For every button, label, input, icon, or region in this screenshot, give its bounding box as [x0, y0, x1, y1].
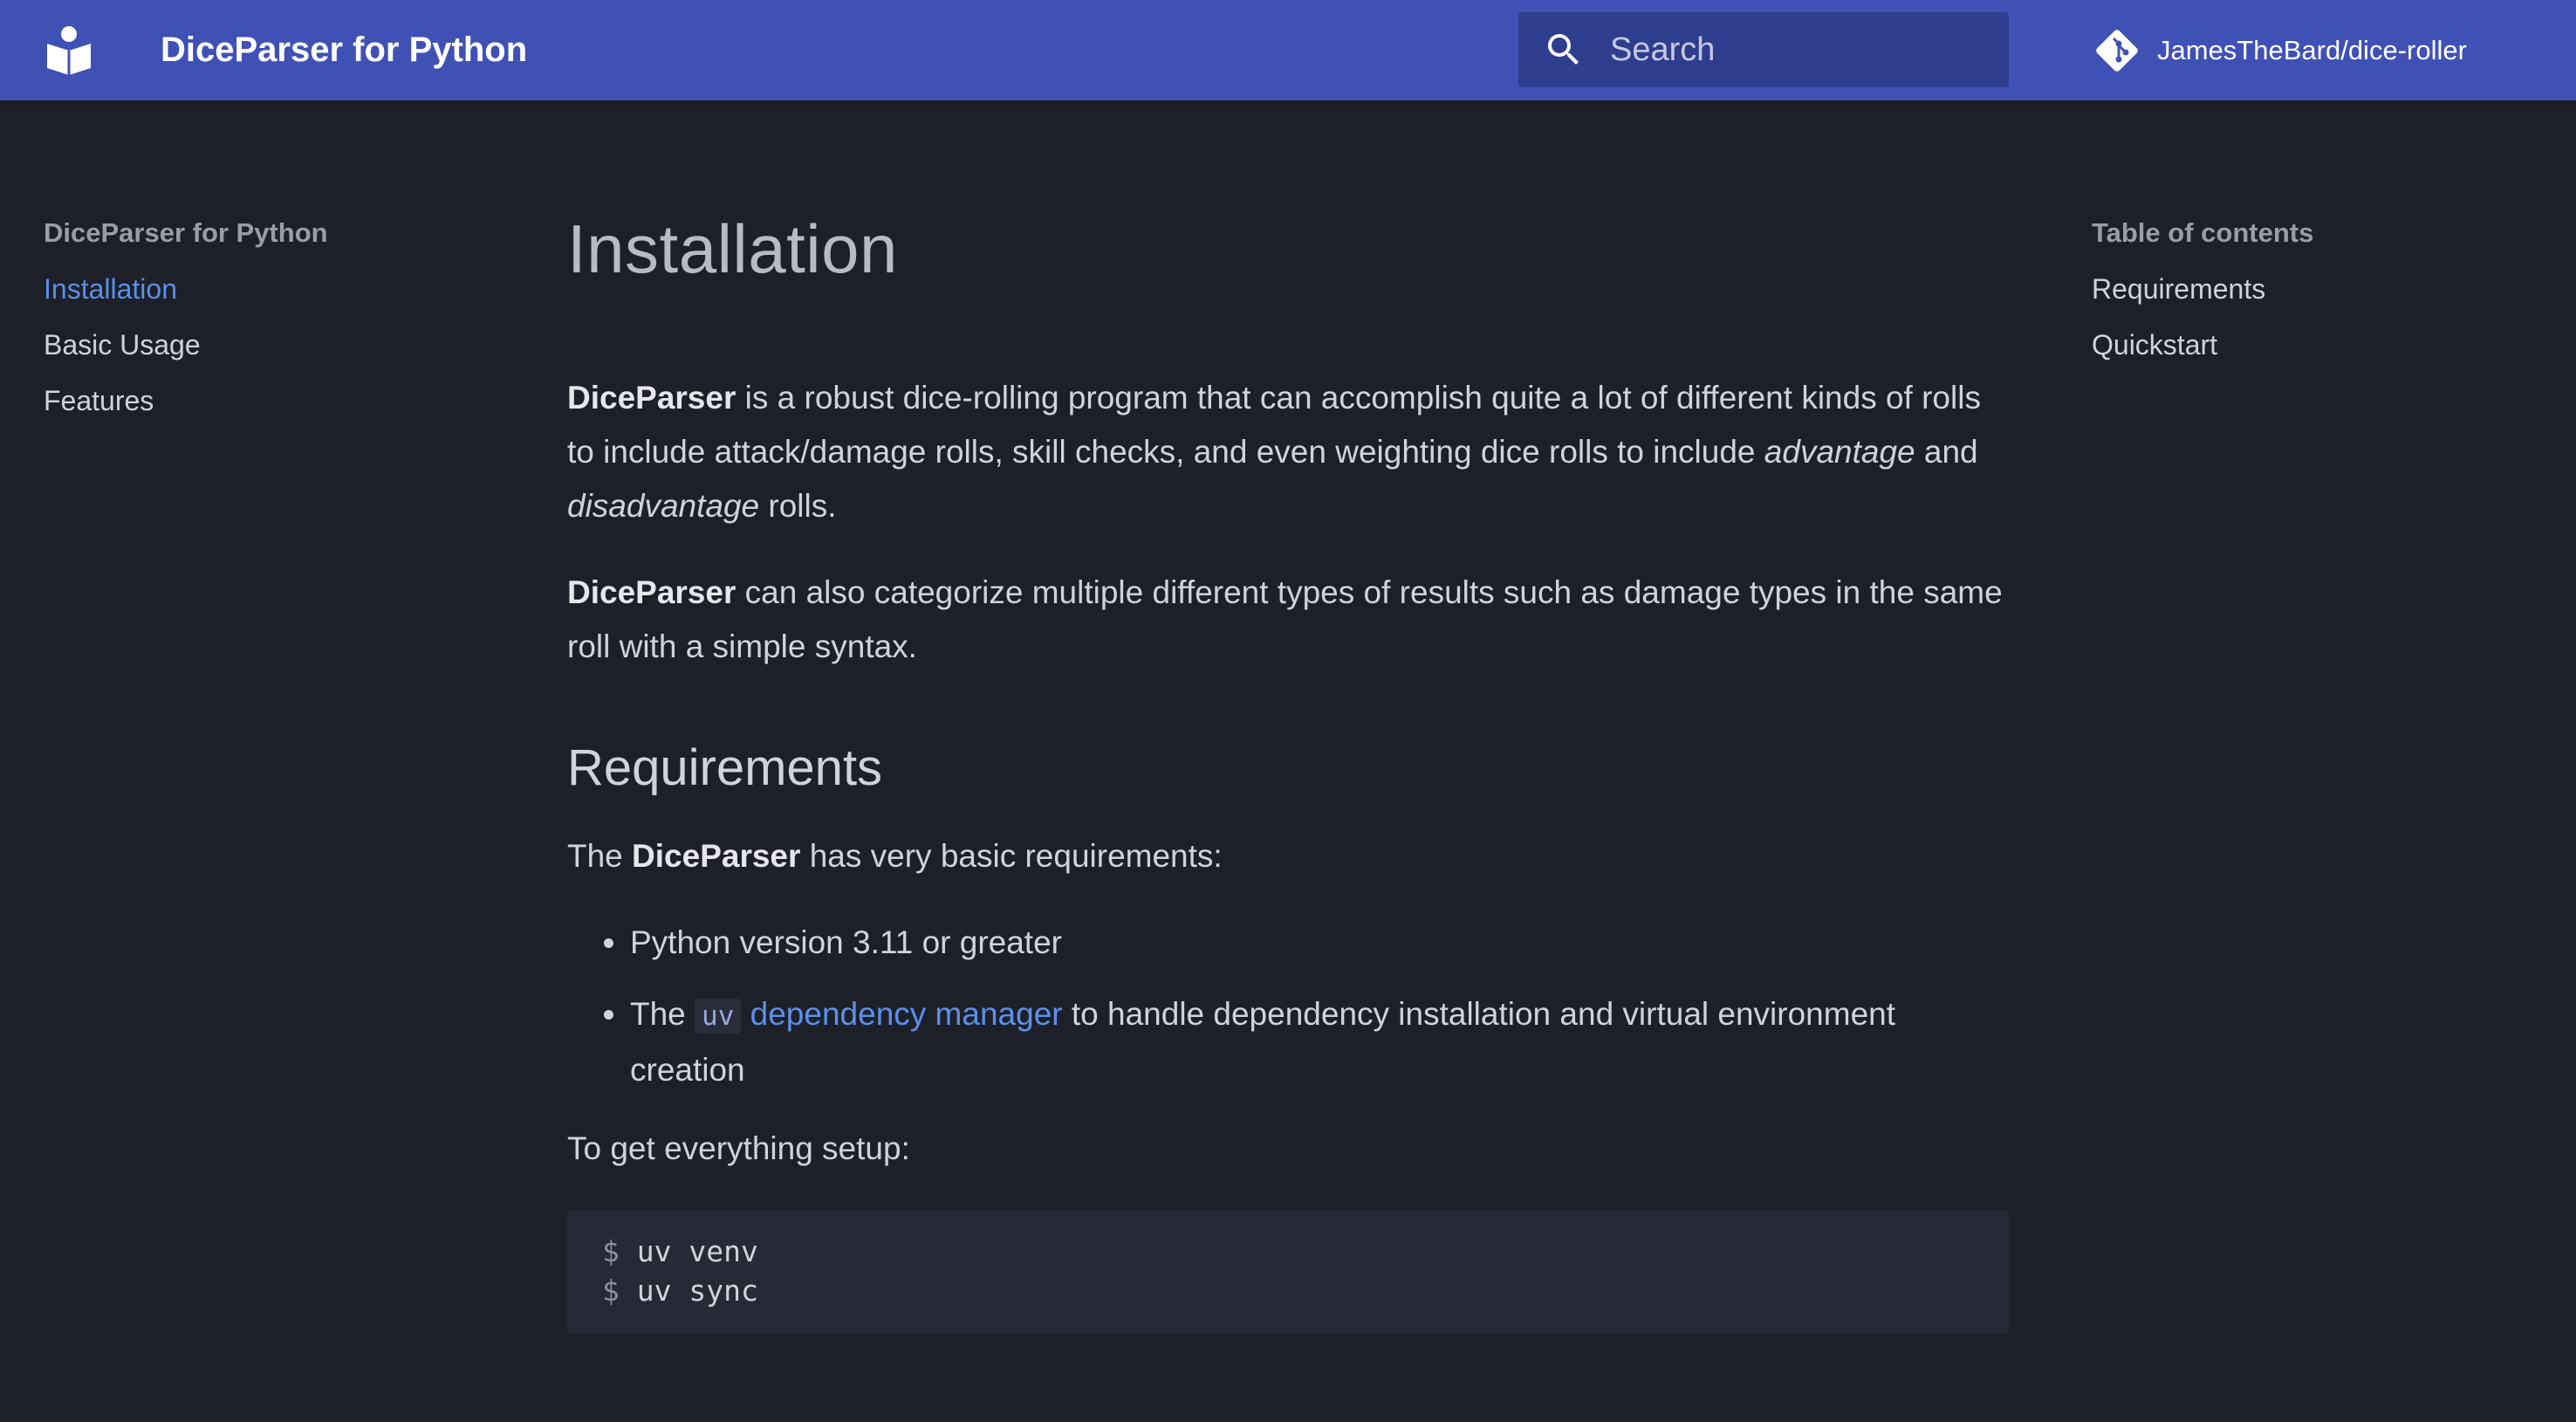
- intro-text-end: rolls.: [759, 488, 837, 524]
- main-content: Installation DiceParser is a robust dice…: [567, 201, 2009, 1334]
- shell-command: uv venv: [636, 1234, 758, 1268]
- shell-prompt: $: [602, 1274, 620, 1308]
- dependency-manager-link[interactable]: dependency manager: [750, 996, 1063, 1032]
- top-header: DiceParser for Python Search JamesTheBar…: [0, 0, 2576, 100]
- list-item: Python version 3.11 or greater: [567, 916, 2009, 970]
- setup-text: To get everything setup:: [567, 1130, 910, 1166]
- emphasis-advantage: advantage: [1764, 434, 1915, 470]
- product-name: DiceParser: [567, 574, 736, 610]
- intro-paragraph: DiceParser is a robust dice-rolling prog…: [567, 371, 2009, 533]
- requirement-uv-prefix: The: [630, 996, 695, 1032]
- toc-item-quickstart[interactable]: Quickstart: [2092, 326, 2528, 364]
- book-reader-icon[interactable]: [45, 24, 92, 75]
- bullet-icon: [604, 1010, 613, 1020]
- bullet-icon: [604, 938, 613, 948]
- code-block[interactable]: $ uv venv $ uv sync: [567, 1211, 2009, 1334]
- categorize-paragraph: DiceParser can also categorize multiple …: [567, 566, 2009, 674]
- product-name: DiceParser: [567, 380, 736, 416]
- toc-item-requirements[interactable]: Requirements: [2092, 270, 2528, 308]
- table-of-contents: Table of contents Requirements Quickstar…: [2092, 214, 2528, 381]
- shell-prompt: $: [602, 1234, 620, 1268]
- page-title: Installation: [567, 210, 898, 287]
- code-line: $ uv sync: [602, 1271, 1974, 1310]
- sidebar-item-installation[interactable]: Installation: [44, 270, 462, 308]
- search-input[interactable]: Search: [1518, 12, 2009, 87]
- git-icon: [2096, 30, 2138, 72]
- site-title[interactable]: DiceParser for Python: [161, 27, 527, 72]
- requirements-intro-suffix: has very basic requirements:: [800, 838, 1223, 874]
- primary-sidebar: DiceParser for Python Installation Basic…: [44, 214, 462, 437]
- requirement-python: Python version 3.11 or greater: [630, 924, 1062, 960]
- sidebar-item-basic-usage[interactable]: Basic Usage: [44, 326, 462, 364]
- requirements-heading: Requirements: [567, 739, 883, 796]
- repo-label: JamesTheBard/dice-roller: [2157, 35, 2467, 65]
- sidebar-item-features[interactable]: Features: [44, 381, 462, 420]
- list-item: The uv dependency manager to handle depe…: [567, 987, 2009, 1097]
- repo-link[interactable]: JamesTheBard/dice-roller: [2093, 25, 2467, 76]
- sidebar-title[interactable]: DiceParser for Python: [44, 214, 462, 252]
- inline-code-uv: uv: [695, 999, 742, 1034]
- shell-command: uv sync: [636, 1274, 758, 1308]
- search-placeholder: Search: [1610, 31, 1716, 68]
- requirements-intro: The DiceParser has very basic requiremen…: [567, 829, 2009, 883]
- requirements-intro-prefix: The: [567, 838, 633, 874]
- search-icon: [1548, 34, 1579, 65]
- toc-title: Table of contents: [2092, 217, 2314, 248]
- requirements-list: Python version 3.11 or greater The uv de…: [567, 916, 2009, 1097]
- emphasis-disadvantage: disadvantage: [567, 488, 760, 524]
- categorize-text: can also categorize multiple different t…: [567, 574, 2003, 664]
- intro-and: and: [1915, 434, 1978, 470]
- product-name: DiceParser: [632, 838, 801, 874]
- code-line: $ uv venv: [602, 1232, 1974, 1271]
